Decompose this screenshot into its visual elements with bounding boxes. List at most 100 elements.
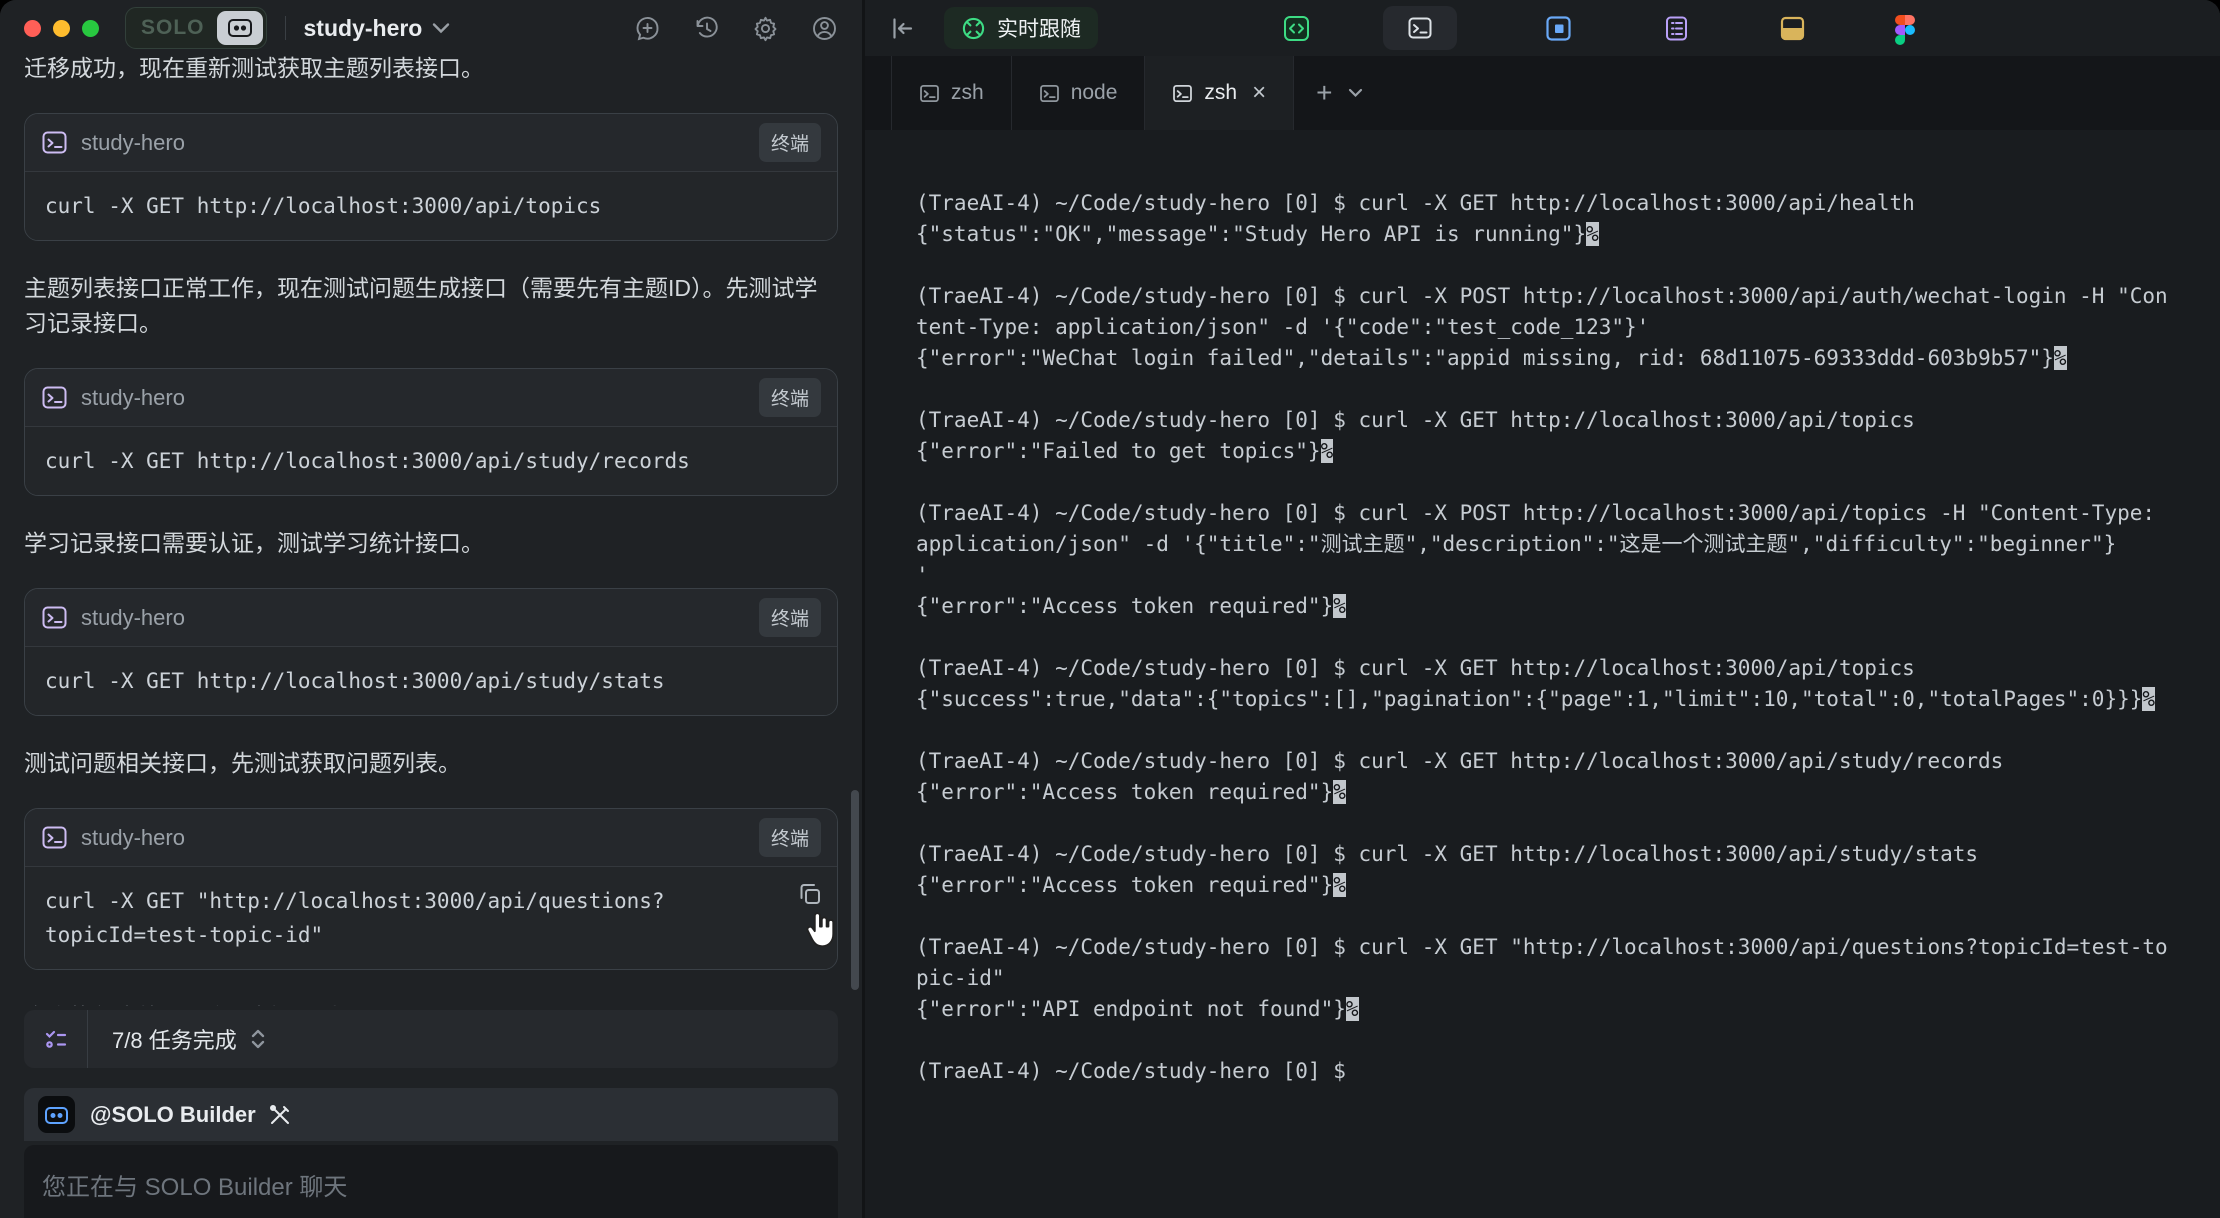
terminal-command-card: study-hero终端curl -X GET http://localhost… xyxy=(24,588,838,716)
terminal-line: {"error":"WeChat login failed","details"… xyxy=(916,343,2220,374)
assistant-message: 测试问题相关接口，先测试获取问题列表。 xyxy=(24,746,838,781)
task-progress-bar[interactable]: 7/8 任务完成 xyxy=(24,1010,838,1068)
partial-line-percent-marker: % xyxy=(1333,780,1346,804)
terminal-block: (TraeAI-4) ~/Code/study-hero [0] $ curl … xyxy=(916,653,2220,715)
task-list-view-icon[interactable] xyxy=(1663,15,1690,42)
terminal-line: {"error":"Access token required"}% xyxy=(916,870,2220,901)
terminal-profile-chevron-icon[interactable] xyxy=(1348,88,1363,98)
tab-label: node xyxy=(1071,81,1118,105)
chat-input[interactable]: 您正在与 SOLO Builder 聊天 xyxy=(24,1145,838,1218)
terminal-line: ' xyxy=(916,560,2220,591)
close-window-button[interactable] xyxy=(24,20,41,37)
partial-line-percent-marker: % xyxy=(1586,222,1599,246)
card-command: curl -X GET http://localhost:3000/api/st… xyxy=(25,427,837,495)
close-tab-icon[interactable]: × xyxy=(1252,81,1266,105)
realtime-follow-button[interactable]: 实时跟随 xyxy=(944,7,1098,49)
card-command: curl -X GET "http://localhost:3000/api/q… xyxy=(25,867,837,969)
terminal-line: (TraeAI-4) ~/Code/study-hero [0] $ curl … xyxy=(916,932,2220,963)
history-icon[interactable] xyxy=(693,15,720,42)
assistant-message: 迁移成功，现在重新测试获取主题列表接口。 xyxy=(24,56,838,86)
terminal-tab-icon xyxy=(1039,83,1060,104)
minimize-window-button[interactable] xyxy=(53,20,70,37)
terminal-line: (TraeAI-4) ~/Code/study-hero [0] $ xyxy=(916,1056,2220,1087)
artifact-view-icon[interactable] xyxy=(1779,15,1806,42)
task-progress-label: 7/8 任务完成 xyxy=(112,1023,237,1055)
figma-icon[interactable] xyxy=(1895,15,1915,42)
terminal-icon xyxy=(41,129,68,156)
terminal-block: (TraeAI-4) ~/Code/study-hero [0] $ curl … xyxy=(916,839,2220,901)
chat-panel-header: SOLO study-hero xyxy=(0,0,862,56)
new-chat-icon[interactable] xyxy=(634,15,661,42)
terminal-line: (TraeAI-4) ~/Code/study-hero [0] $ curl … xyxy=(916,188,2220,219)
collapse-panel-icon[interactable] xyxy=(889,15,916,42)
chevron-down-icon[interactable] xyxy=(432,22,450,34)
card-header: study-hero 终端 xyxy=(25,369,837,427)
assistant-message: 主题列表接口正常工作，现在测试问题生成接口（需要先有主题ID）。先测试学习记录接… xyxy=(24,271,838,341)
terminal-block: (TraeAI-4) ~/Code/study-hero [0] $ curl … xyxy=(916,746,2220,808)
terminal-output[interactable]: (TraeAI-4) ~/Code/study-hero [0] $ curl … xyxy=(865,130,2220,1218)
settings-gear-icon[interactable] xyxy=(752,15,779,42)
tab-zsh-2-active[interactable]: zsh × xyxy=(1145,56,1294,130)
browser-view-icon[interactable] xyxy=(1545,15,1572,42)
traffic-lights xyxy=(24,20,99,37)
new-terminal-controls: + xyxy=(1294,56,1385,130)
copy-command-icon[interactable] xyxy=(797,881,823,907)
terminal-tabbar: zsh node xyxy=(865,56,2220,130)
partial-line-percent-marker: % xyxy=(1346,997,1359,1021)
zoom-window-button[interactable] xyxy=(82,20,99,37)
app-window: SOLO study-hero xyxy=(0,0,2220,1218)
terminal-command-card: study-hero 终端 curl -X GET http://localhost… xyxy=(24,368,838,496)
terminal-icon xyxy=(41,384,68,411)
terminal-badge: 终端 xyxy=(759,598,821,637)
terminal-block: (TraeAI-4) ~/Code/study-hero [0] $ curl … xyxy=(916,188,2220,250)
checklist-icon xyxy=(43,1026,69,1052)
realtime-follow-label: 实时跟随 xyxy=(997,13,1081,43)
partial-line-percent-marker: % xyxy=(1333,873,1346,897)
terminal-view-button[interactable] xyxy=(1383,6,1457,50)
terminal-line: {"status":"OK","message":"Study Hero API… xyxy=(916,219,2220,250)
terminal-block: (TraeAI-4) ~/Code/study-hero [0] $ curl … xyxy=(916,498,2220,622)
chat-input-placeholder: 您正在与 SOLO Builder 聊天 xyxy=(42,1174,347,1201)
card-title: study-hero xyxy=(81,825,185,851)
card-command: curl -X GET http://localhost:3000/api/to… xyxy=(25,172,837,240)
tab-label: zsh xyxy=(1204,81,1237,105)
code-preview-icon[interactable] xyxy=(1283,15,1310,42)
solo-toggle-knob xyxy=(217,11,263,45)
partial-line-percent-marker: % xyxy=(1321,439,1334,463)
card-title: study-hero xyxy=(81,385,185,411)
tab-node[interactable]: node xyxy=(1012,56,1146,130)
card-title: study-hero xyxy=(81,605,185,631)
card-header: study-hero终端 xyxy=(25,809,837,867)
tools-icon xyxy=(268,1103,292,1127)
partial-line-percent-marker: % xyxy=(2142,687,2155,711)
terminal-line: pic-id" xyxy=(916,963,2220,994)
partial-line-percent-marker: % xyxy=(1333,594,1346,618)
terminal-line: {"error":"API endpoint not found"}% xyxy=(916,994,2220,1025)
terminal-icon xyxy=(41,604,68,631)
tab-zsh-1[interactable]: zsh xyxy=(891,56,1012,130)
new-terminal-button[interactable]: + xyxy=(1316,79,1332,107)
terminal-badge: 终端 xyxy=(759,123,821,162)
account-icon[interactable] xyxy=(811,15,838,42)
solo-builder-bar[interactable]: @SOLO Builder xyxy=(24,1088,838,1141)
chat-message-list: 迁移成功，现在重新测试获取主题列表接口。study-hero终端curl -X … xyxy=(0,56,862,1006)
expand-collapse-icon[interactable] xyxy=(249,1027,267,1051)
terminal-block: (TraeAI-4) ~/Code/study-hero [0] $ curl … xyxy=(916,405,2220,467)
terminal-command-card: study-hero终端curl -X GET "http://localhos… xyxy=(24,808,838,970)
chat-panel: SOLO study-hero xyxy=(0,0,862,1218)
terminal-line: {"success":true,"data":{"topics":[],"pag… xyxy=(916,684,2220,715)
terminal-badge: 终端 xyxy=(759,378,821,417)
assistant-message: 学习记录接口需要认证，测试学习统计接口。 xyxy=(24,526,838,561)
preview-panel: 实时跟随 xyxy=(862,0,2220,1218)
solo-mode-toggle[interactable]: SOLO xyxy=(125,7,267,49)
status-message: 命令执行完毕，正在规划下一步 ... xyxy=(24,1000,838,1006)
terminal-line: {"error":"Failed to get topics"}% xyxy=(916,436,2220,467)
solo-builder-avatar xyxy=(38,1096,75,1133)
terminal-line: {"error":"Access token required"}% xyxy=(916,591,2220,622)
terminal-line: (TraeAI-4) ~/Code/study-hero [0] $ curl … xyxy=(916,653,2220,684)
task-icon-cell xyxy=(24,1010,88,1068)
terminal-line: (TraeAI-4) ~/Code/study-hero [0] $ curl … xyxy=(916,498,2220,529)
terminal-line: tent-Type: application/json" -d '{"code"… xyxy=(916,312,2220,343)
chat-scrollbar-thumb[interactable] xyxy=(851,790,859,990)
project-name[interactable]: study-hero xyxy=(304,15,423,42)
